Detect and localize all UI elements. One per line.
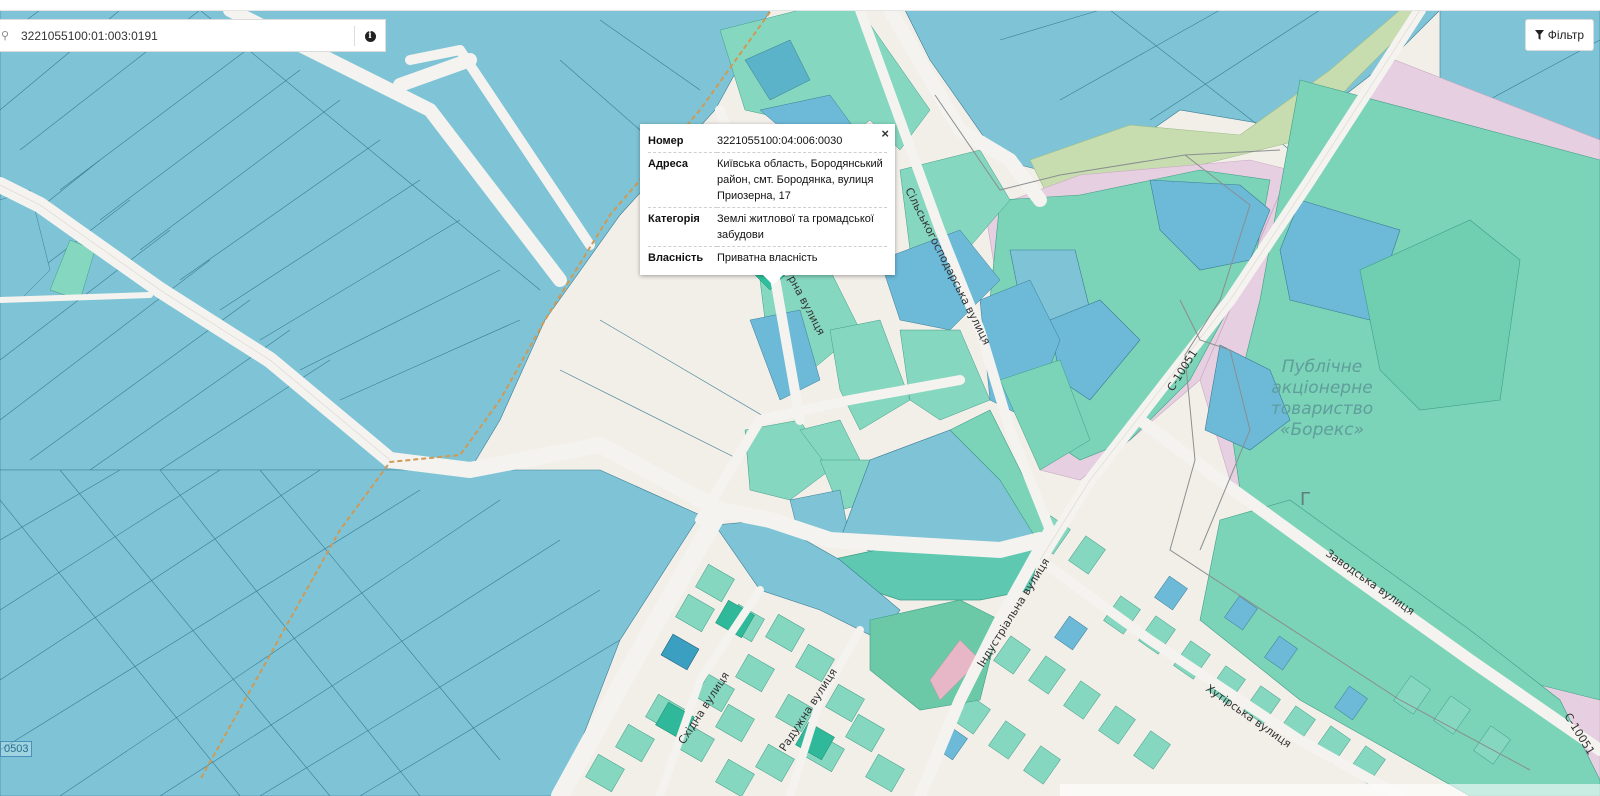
parcel-number-value: 3221055100:04:006:0030	[717, 130, 887, 153]
parcel-row-category: Категорія Землі житлової та громадської …	[648, 207, 887, 247]
popup-close-button[interactable]: ×	[881, 126, 889, 141]
parcel-info-popup: × Номер 3221055100:04:006:0030 Адреса Ки…	[640, 124, 895, 285]
company-label-line-3: товариство	[1271, 399, 1373, 419]
top-toolbar-strip	[0, 0, 1600, 11]
cadastral-map[interactable]: Публічне акціонерне товариство «Борекс» …	[0, 0, 1600, 796]
cadastral-number-input[interactable]	[15, 20, 354, 51]
company-label-line-2: акціонерне	[1271, 378, 1372, 398]
parcel-row-address: Адреса Київська область, Бородянський ра…	[648, 152, 887, 208]
parcel-field-label: Власність	[648, 252, 704, 264]
parcel-category-value: Землі житлової та громадської забудови	[717, 207, 887, 247]
info-icon: i	[364, 31, 376, 42]
parcel-field-label: Категорія	[648, 207, 717, 247]
map-symbol: Г	[1300, 489, 1311, 510]
filter-label: Фільтр	[1547, 28, 1584, 42]
parcel-ownership-value: Приватна власність	[717, 252, 818, 264]
parcel-field-label: Адреса	[648, 152, 717, 208]
company-label-line-4: «Борекс»	[1280, 420, 1364, 440]
filter-button[interactable]: Фільтр	[1524, 19, 1594, 51]
map-edge-label: 0503	[0, 741, 33, 757]
search-icon: ⚲	[1, 30, 10, 42]
parcel-field-label: Номер	[648, 130, 717, 153]
company-label-line-1: Публічне	[1282, 357, 1363, 377]
parcel-address-value: Київська область, Бородянський район, см…	[717, 152, 887, 208]
info-button[interactable]: i	[355, 29, 385, 42]
parcel-row-ownership: Власність Приватна власність	[648, 247, 887, 270]
parcel-info-table: Номер 3221055100:04:006:0030 Адреса Київ…	[648, 130, 887, 269]
parcel-row-number: Номер 3221055100:04:006:0030	[648, 130, 887, 153]
filter-icon	[1534, 30, 1544, 40]
cadastral-search-bar: ⚲ i	[0, 19, 386, 52]
map-attribution-bar	[1060, 784, 1600, 796]
